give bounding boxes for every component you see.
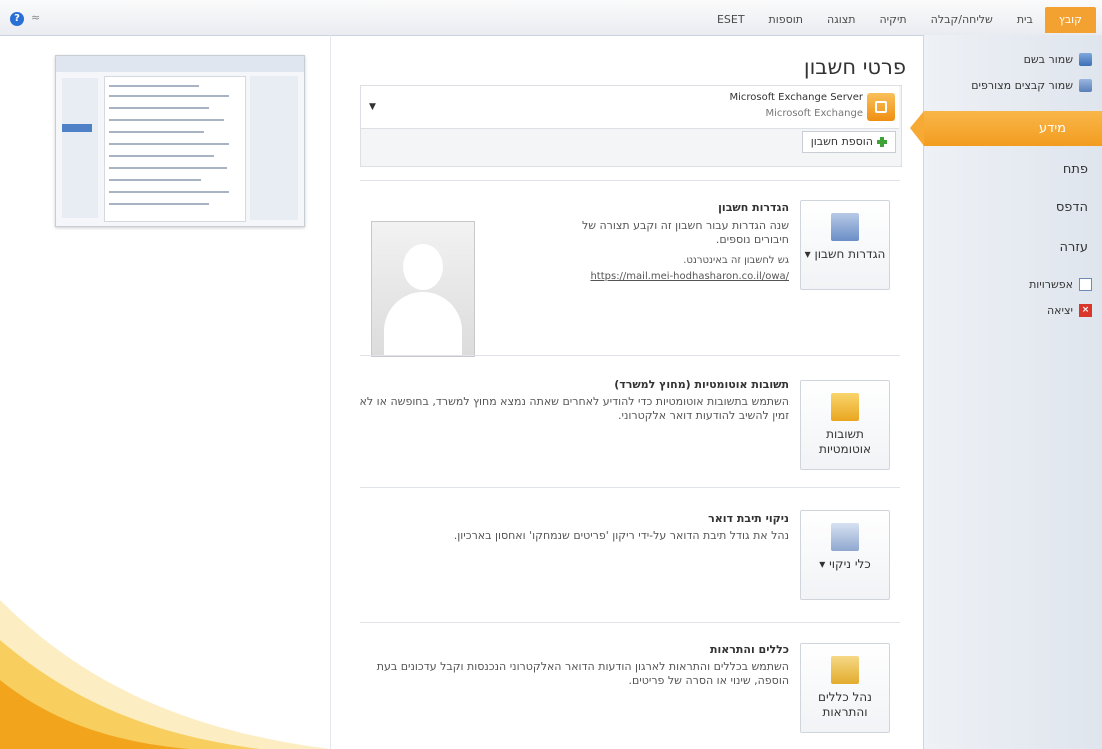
owa-link[interactable]: https://mail.mei-hodhasharon.co.il/owa/ bbox=[590, 271, 789, 282]
tab-home[interactable]: בית bbox=[1005, 7, 1045, 33]
divider bbox=[360, 355, 900, 356]
exit-label: יציאה bbox=[1047, 303, 1073, 317]
outlook-preview-thumbnail bbox=[55, 55, 305, 227]
divider bbox=[360, 622, 900, 623]
tab-view[interactable]: תצוגה bbox=[815, 7, 867, 33]
cleanup-tools-button-label: כלי ניקוי ▾ bbox=[819, 557, 871, 571]
thumb-folder-pane bbox=[62, 78, 98, 218]
exit-command[interactable]: × יציאה bbox=[1047, 300, 1092, 320]
mailbox-cleanup-title: ניקוי תיבת דואר bbox=[708, 512, 789, 525]
thumb-reading-pane bbox=[250, 76, 298, 220]
save-as-command[interactable]: שמור בשם bbox=[1024, 49, 1092, 69]
tab-add-ins[interactable]: תוספות bbox=[757, 7, 815, 33]
account-info-panel: פרטי חשבון ▼ Microsoft Exchange Server M… bbox=[330, 35, 925, 749]
thumb-ribbon bbox=[56, 56, 304, 72]
save-attachments-icon bbox=[1079, 78, 1092, 92]
save-attachments-label: שמור קבצים מצורפים bbox=[971, 78, 1073, 92]
account-settings-button[interactable]: הגדרות חשבון ▾ bbox=[800, 200, 890, 290]
mailbox-cleanup-desc: נהל את גודל תיבת הדואר על-ידי ריקון 'פרי… bbox=[453, 529, 789, 542]
thumb-selected-folder bbox=[62, 124, 92, 132]
account-web-access-bullet: גש לחשבון זה באינטרנט. bbox=[683, 255, 789, 266]
cleanup-tools-icon bbox=[831, 523, 859, 551]
avatar-head bbox=[403, 244, 443, 290]
add-account-button[interactable]: הוספת חשבון bbox=[801, 131, 896, 153]
account-settings-desc: שנה הגדרות עבור חשבון זה וקבע תצורה של ח… bbox=[581, 219, 789, 246]
account-settings-title: הגדרות חשבון bbox=[718, 201, 789, 214]
plus-icon bbox=[877, 137, 887, 147]
account-settings-icon bbox=[831, 213, 859, 241]
help-icon[interactable]: ? bbox=[10, 12, 24, 26]
ribbon-tabs: קובץ בית שליחה/קבלה תיקיה תצוגה תוספות E… bbox=[705, 0, 1102, 35]
minimize-ribbon-icon[interactable]: ≈ bbox=[31, 11, 40, 24]
tab-file[interactable]: קובץ bbox=[1044, 7, 1096, 33]
office-swoosh-decoration bbox=[0, 600, 330, 749]
exchange-icon bbox=[867, 93, 895, 121]
avatar bbox=[371, 221, 475, 357]
options-command[interactable]: אפשרויות bbox=[1029, 274, 1092, 294]
thumb-message-list bbox=[104, 76, 246, 222]
automatic-replies-title: תשובות אוטומטיות (מחוץ למשרד) bbox=[614, 378, 789, 391]
account-selector[interactable]: ▼ Microsoft Exchange Server Microsoft Ex… bbox=[360, 85, 902, 167]
nav-item-open[interactable]: פתח bbox=[924, 162, 1102, 177]
cleanup-tools-button[interactable]: כלי ניקוי ▾ bbox=[800, 510, 890, 600]
save-icon bbox=[1079, 52, 1092, 66]
account-type: Microsoft Exchange bbox=[765, 108, 863, 119]
rules-alerts-title: כללים והתראות bbox=[709, 643, 789, 656]
divider bbox=[360, 180, 900, 181]
page-title: פרטי חשבון bbox=[803, 55, 906, 79]
rules-alerts-desc: השתמש בכללים והתראות לארגון הודעות הדואר… bbox=[376, 660, 789, 687]
tab-folder[interactable]: תיקיה bbox=[868, 7, 919, 33]
automatic-replies-button-label: תשובות אוטומטיות bbox=[818, 427, 872, 456]
tab-send-receive[interactable]: שליחה/קבלה bbox=[919, 7, 1005, 33]
backstage-nav: שמור בשם שמור קבצים מצורפים מידע פתח הדפ… bbox=[923, 35, 1102, 749]
rules-alerts-icon bbox=[831, 656, 859, 684]
chevron-down-icon[interactable]: ▼ bbox=[369, 102, 376, 112]
divider bbox=[360, 487, 900, 488]
account-dropdown[interactable]: ▼ Microsoft Exchange Server Microsoft Ex… bbox=[361, 86, 899, 129]
options-label: אפשרויות bbox=[1029, 277, 1073, 291]
nav-item-print[interactable]: הדפס bbox=[924, 200, 1102, 215]
automatic-replies-icon bbox=[831, 393, 859, 421]
exit-icon: × bbox=[1079, 303, 1092, 317]
save-as-label: שמור בשם bbox=[1023, 52, 1073, 66]
avatar-body bbox=[384, 292, 462, 356]
add-account-label: הוספת חשבון bbox=[810, 135, 873, 148]
tab-eset[interactable]: ESET bbox=[705, 7, 757, 33]
account-name: Microsoft Exchange Server bbox=[729, 92, 863, 103]
nav-item-help[interactable]: עזרה bbox=[924, 240, 1102, 255]
manage-rules-alerts-button-label: נהל כללים והתראות bbox=[818, 690, 872, 719]
save-attachments-command[interactable]: שמור קבצים מצורפים bbox=[971, 75, 1092, 95]
account-settings-button-label: הגדרות חשבון ▾ bbox=[804, 247, 886, 261]
automatic-replies-button[interactable]: תשובות אוטומטיות bbox=[800, 380, 890, 470]
ribbon-tab-bar: ? ≈ קובץ בית שליחה/קבלה תיקיה תצוגה תוספ… bbox=[0, 0, 1102, 36]
automatic-replies-desc: השתמש בתשובות אוטומטיות כדי להודיע לאחרי… bbox=[359, 395, 789, 422]
manage-rules-alerts-button[interactable]: נהל כללים והתראות bbox=[800, 643, 890, 733]
options-icon bbox=[1079, 277, 1092, 291]
nav-item-info[interactable]: מידע bbox=[924, 111, 1102, 146]
